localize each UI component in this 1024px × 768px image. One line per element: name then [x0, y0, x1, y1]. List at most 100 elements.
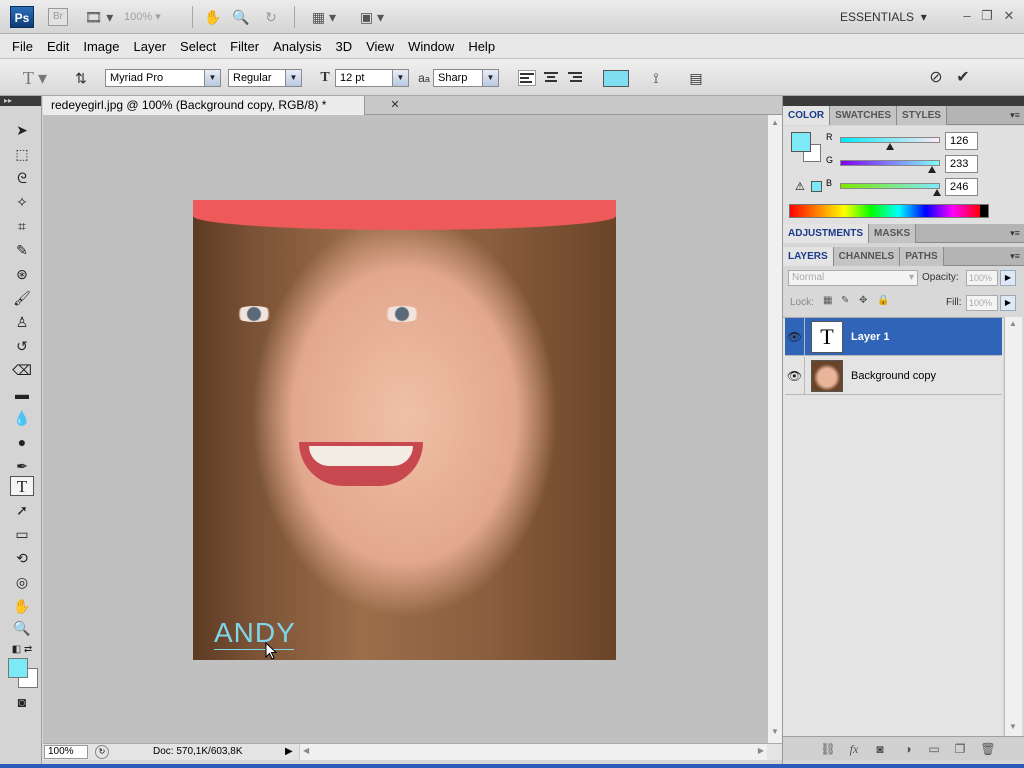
red-value-field[interactable]: 126: [945, 132, 978, 150]
move-tool-icon[interactable]: ➤: [10, 120, 34, 140]
restore-icon[interactable]: ❐: [980, 9, 994, 23]
tab-channels[interactable]: CHANNELS: [833, 247, 901, 266]
pen-tool-icon[interactable]: ✒: [10, 456, 34, 476]
align-right-text-button[interactable]: [567, 70, 585, 86]
status-info-icon[interactable]: ↻: [95, 745, 109, 759]
blend-mode-select[interactable]: Normal ▾: [788, 270, 918, 286]
spot-healing-tool-icon[interactable]: ⊛: [10, 264, 34, 284]
shape-tool-icon[interactable]: ▭: [10, 524, 34, 544]
opacity-field[interactable]: 100%: [966, 270, 998, 286]
align-left-text-button[interactable]: [518, 70, 536, 86]
text-tool-preset-icon[interactable]: T ▾: [20, 68, 50, 88]
vertical-scrollbar[interactable]: ▲ ▼: [767, 115, 782, 743]
status-menu-arrow-icon[interactable]: ▶: [285, 746, 293, 757]
opacity-dropdown-icon[interactable]: ▶: [1000, 270, 1016, 286]
text-color-swatch[interactable]: [603, 70, 629, 87]
layers-panel-menu-icon[interactable]: ▾≡: [1008, 250, 1022, 262]
brush-tool-icon[interactable]: 🖌: [10, 288, 34, 308]
menu-help[interactable]: Help: [461, 39, 502, 54]
crop-tool-icon[interactable]: ⌗: [10, 216, 34, 236]
bridge-logo[interactable]: Br: [48, 8, 68, 26]
menu-analysis[interactable]: Analysis: [266, 39, 328, 54]
quick-mask-icon[interactable]: ◙: [10, 692, 34, 712]
3d-orbit-tool-icon[interactable]: ◎: [10, 572, 34, 592]
close-document-icon[interactable]: ✕: [388, 98, 402, 112]
tab-masks[interactable]: MASKS: [869, 224, 917, 243]
layer-name[interactable]: Background copy: [851, 357, 936, 395]
cancel-edits-icon[interactable]: ⊘: [925, 68, 947, 88]
type-tool-icon[interactable]: T: [10, 476, 34, 496]
commit-edits-icon[interactable]: ✔: [952, 68, 974, 88]
green-track[interactable]: [840, 160, 940, 166]
zoom-level-dropdown[interactable]: 100% ▾: [124, 8, 184, 26]
photo-image[interactable]: ANDY: [193, 200, 616, 660]
hand-tool-icon[interactable]: ✋: [10, 596, 34, 616]
delete-layer-icon[interactable]: 🗑: [979, 740, 997, 758]
eraser-tool-icon[interactable]: ⌫: [10, 360, 34, 380]
fill-dropdown-icon[interactable]: ▶: [1000, 295, 1016, 311]
minimize-icon[interactable]: –: [960, 9, 974, 23]
rotate-view-icon[interactable]: ↻: [262, 8, 280, 26]
layer-name[interactable]: Layer 1: [851, 318, 890, 356]
new-group-icon[interactable]: ▭: [925, 740, 943, 758]
warp-text-icon[interactable]: ⟟: [645, 68, 667, 88]
tab-layers[interactable]: LAYERS: [783, 247, 834, 266]
screen-mode-icon[interactable]: ▣ ▾: [354, 8, 390, 26]
green-slider-knob[interactable]: [928, 166, 936, 173]
blue-track[interactable]: [840, 183, 940, 189]
lock-pixels-icon[interactable]: ✎: [841, 295, 849, 306]
blur-tool-icon[interactable]: 💧: [10, 408, 34, 428]
tab-paths[interactable]: PATHS: [900, 247, 944, 266]
layers-scrollbar[interactable]: ▲ ▼: [1004, 317, 1022, 736]
scroll-left-icon[interactable]: ◀: [303, 746, 309, 755]
canvas-area[interactable]: ANDY: [43, 115, 767, 743]
green-slider[interactable]: G 233: [783, 155, 1024, 177]
marquee-tool-icon[interactable]: ⬚: [10, 144, 34, 164]
tab-styles[interactable]: STYLES: [897, 106, 947, 125]
path-selection-tool-icon[interactable]: ➚: [10, 500, 34, 520]
magic-wand-tool-icon[interactable]: ✧: [10, 192, 34, 212]
adjustment-layer-icon[interactable]: ◑: [899, 740, 917, 758]
clone-stamp-tool-icon[interactable]: ♙: [10, 312, 34, 332]
menu-edit[interactable]: Edit: [40, 39, 76, 54]
font-style-select[interactable]: Regular ▼: [228, 69, 302, 87]
gradient-tool-icon[interactable]: ▬: [10, 384, 34, 404]
scroll-right-icon[interactable]: ▶: [758, 746, 764, 755]
layer-visibility-eye-icon[interactable]: 👁: [785, 357, 805, 395]
panel-dock-header[interactable]: [783, 96, 1024, 106]
lock-transparency-icon[interactable]: ▦: [823, 295, 832, 306]
close-icon[interactable]: ✕: [1002, 9, 1016, 23]
add-mask-icon[interactable]: ◙: [871, 740, 889, 758]
menu-filter[interactable]: Filter: [223, 39, 266, 54]
blue-slider[interactable]: B 246: [783, 178, 1024, 200]
tab-adjustments[interactable]: ADJUSTMENTS: [783, 224, 870, 243]
hand-icon[interactable]: ✋: [204, 8, 222, 26]
red-slider-knob[interactable]: [886, 143, 894, 150]
layer-row[interactable]: 👁 Background copy: [785, 357, 1002, 395]
character-panel-icon[interactable]: ▤: [686, 68, 706, 88]
text-layer-content[interactable]: ANDY: [214, 616, 295, 650]
3d-rotate-tool-icon[interactable]: ⟲: [10, 548, 34, 568]
zoom-tool-icon[interactable]: 🔍: [10, 618, 34, 638]
zoom-icon[interactable]: 🔍: [232, 8, 250, 26]
scroll-down-icon[interactable]: ▼: [771, 727, 779, 736]
fill-field[interactable]: 100%: [966, 295, 998, 311]
eyedropper-tool-icon[interactable]: ✎: [10, 240, 34, 260]
link-layers-icon[interactable]: ⛓: [819, 740, 837, 758]
layer-style-icon[interactable]: fx: [845, 740, 863, 758]
zoom-field[interactable]: 100%: [44, 745, 88, 759]
font-family-select[interactable]: Myriad Pro ▼: [105, 69, 221, 87]
foreground-background-colors[interactable]: [8, 658, 40, 688]
horizontal-scrollbar[interactable]: ◀ ▶: [299, 744, 767, 760]
blue-value-field[interactable]: 246: [945, 178, 978, 196]
center-text-button[interactable]: [543, 70, 561, 86]
layers-scroll-down-icon[interactable]: ▼: [1009, 722, 1017, 731]
foreground-color-swatch[interactable]: [8, 658, 28, 678]
tools-panel-header[interactable]: ▸▸: [0, 96, 41, 106]
dodge-tool-icon[interactable]: ●: [10, 432, 34, 452]
anti-aliasing-select[interactable]: Sharp ▼: [433, 69, 499, 87]
font-size-select[interactable]: 12 pt ▼: [335, 69, 409, 87]
menu-select[interactable]: Select: [173, 39, 223, 54]
menu-3d[interactable]: 3D: [328, 39, 359, 54]
history-brush-tool-icon[interactable]: ↺: [10, 336, 34, 356]
